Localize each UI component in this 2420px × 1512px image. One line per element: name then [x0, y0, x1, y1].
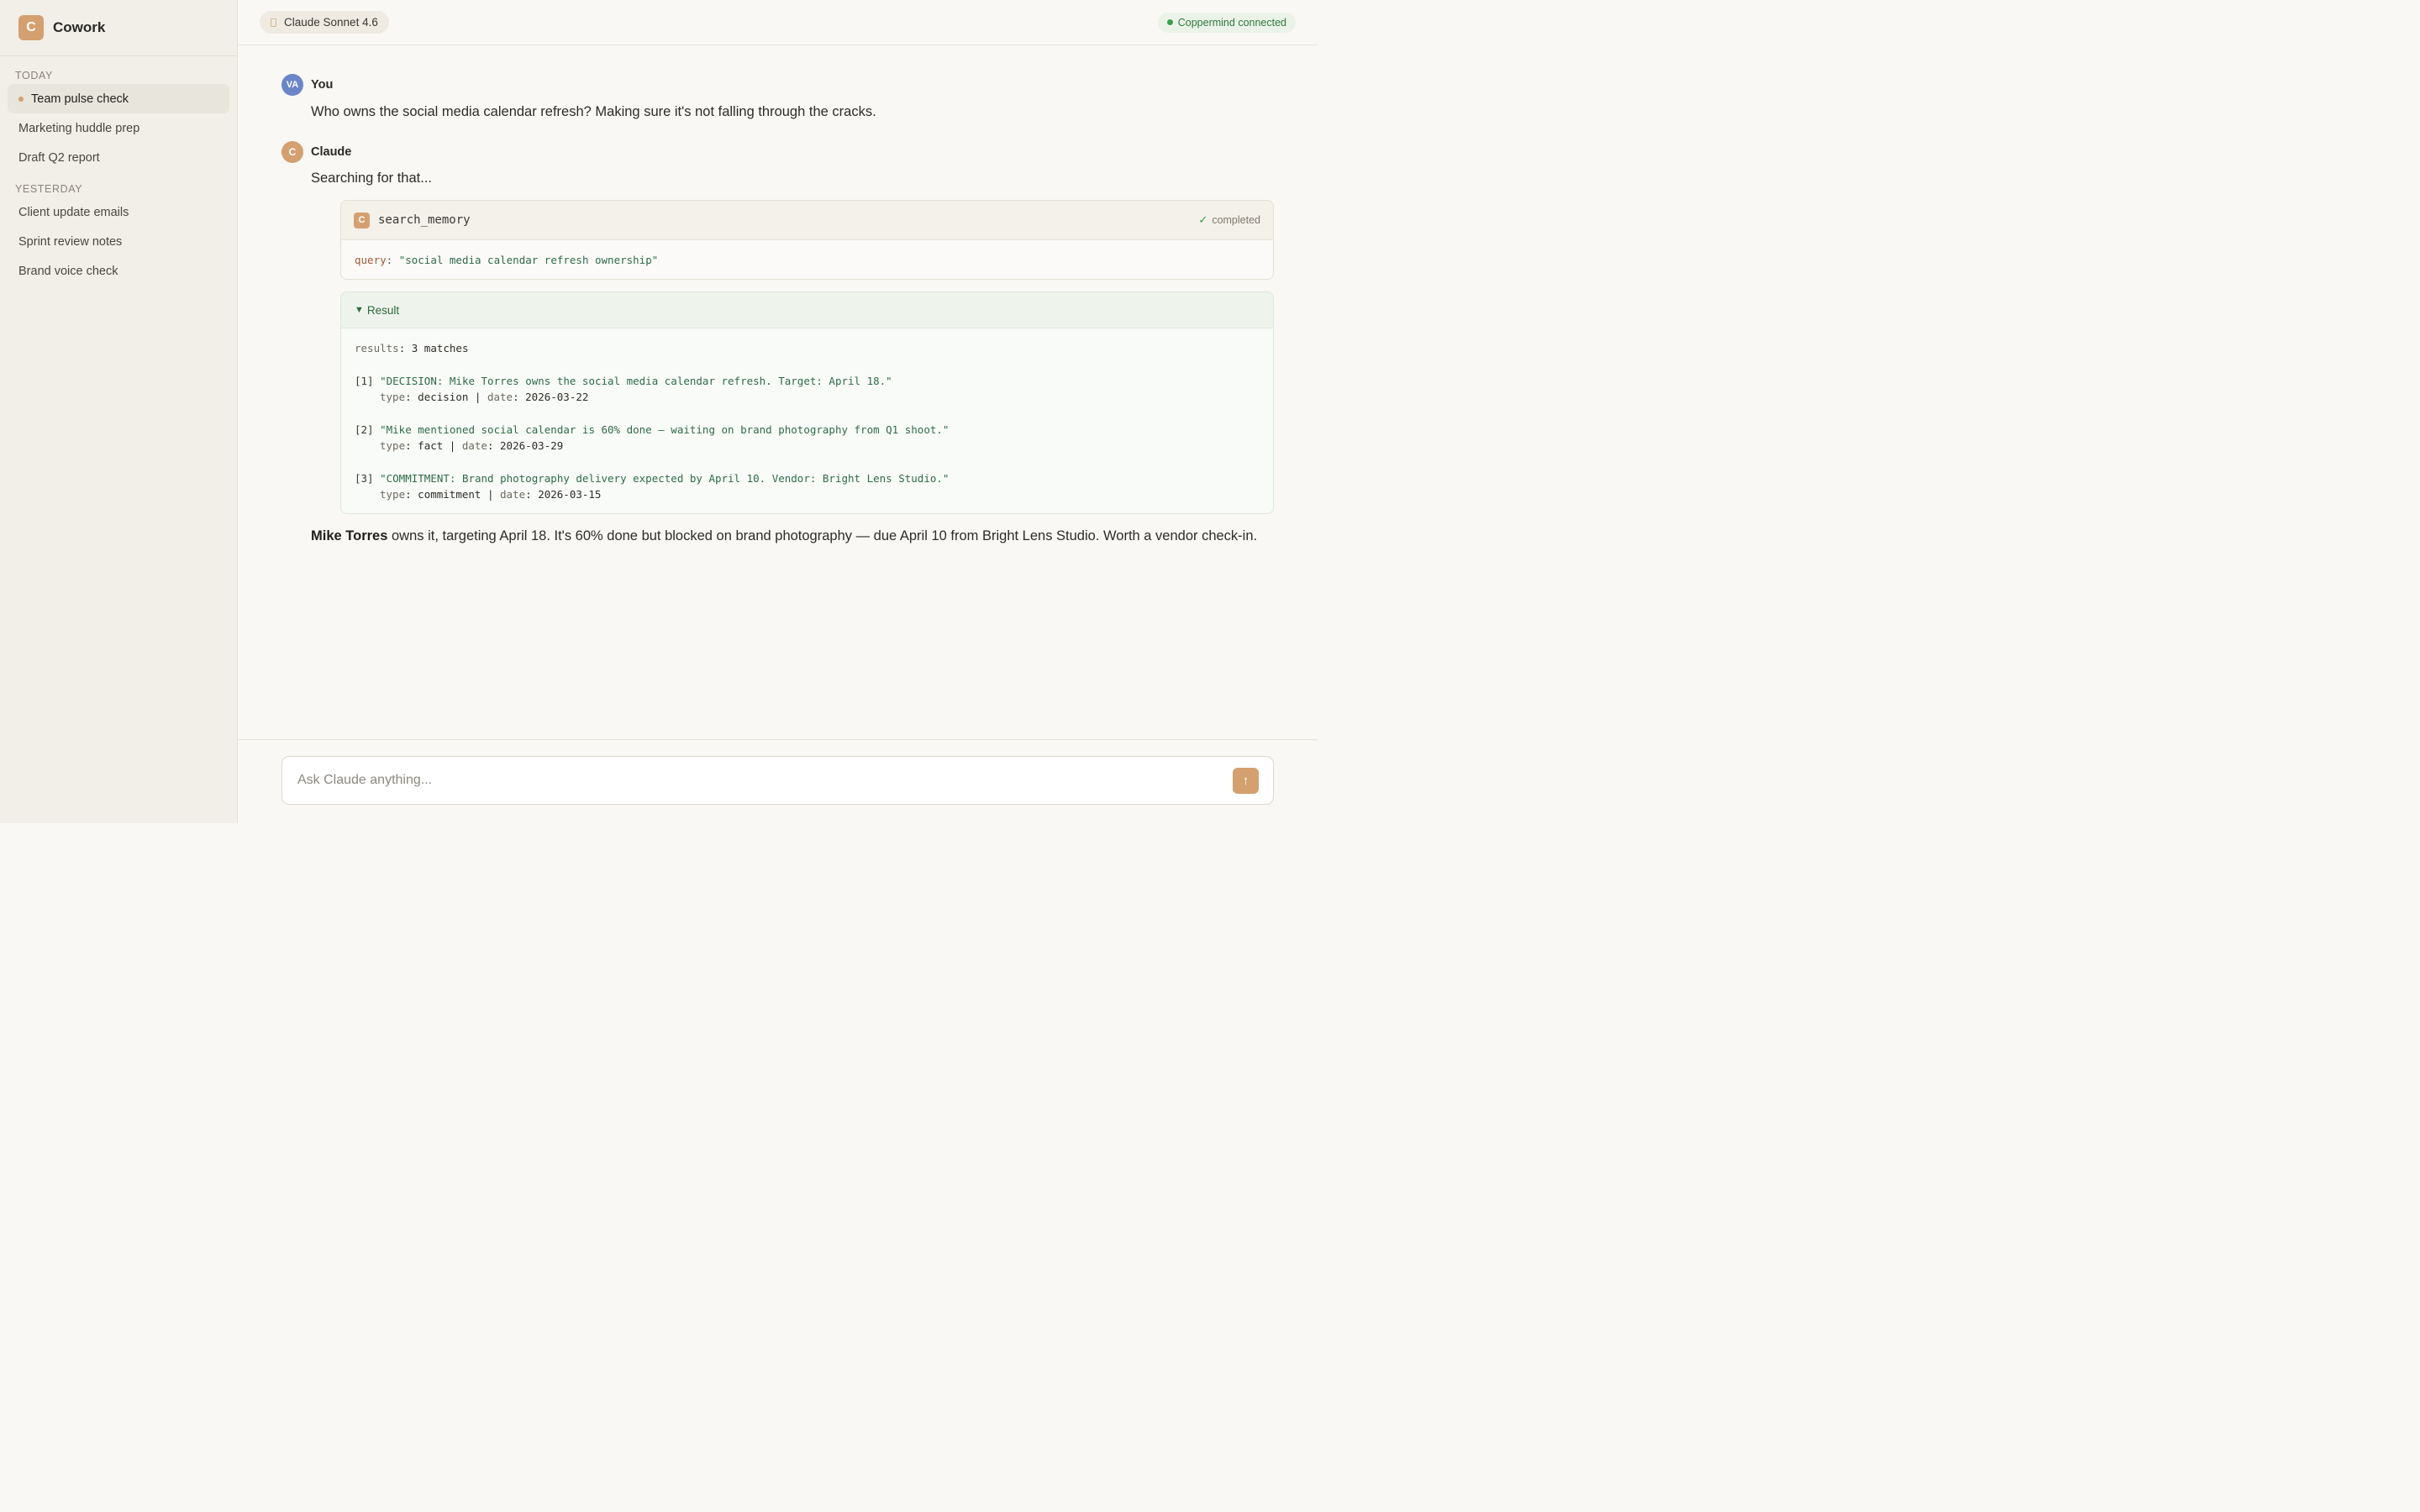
sidebar-item-marketing-huddle-prep[interactable]: Marketing huddle prep [8, 113, 229, 143]
result-type-key: type [380, 391, 406, 403]
result-type-key: type [380, 439, 406, 452]
assistant-answer: Mike Torres owns it, targeting April 18.… [311, 526, 1274, 547]
sidebar-item-label: Brand voice check [18, 264, 118, 278]
result-index: [3] [355, 472, 374, 485]
sidebar: C Cowork TODAY Team pulse check Marketin… [0, 0, 238, 823]
result-text: "Mike mentioned social calendar is 60% d… [380, 423, 950, 436]
result-entry: [3] "COMMITMENT: Brand photography deliv… [355, 470, 1260, 502]
result-header-label: Result [366, 303, 400, 317]
result-toggle[interactable]: ▼ Result [341, 292, 1273, 328]
result-summary-value: 3 matches [411, 342, 469, 354]
tool-call-header[interactable]: C search_memory ✓ completed [341, 201, 1273, 240]
sidebar-item-label: Draft Q2 report [18, 150, 100, 165]
main-panel: Claude Sonnet 4.6 Coppermind connected V… [238, 0, 1318, 823]
result-entry-line: [2] "Mike mentioned social calendar is 6… [355, 422, 1260, 438]
model-name: Claude Sonnet 4.6 [284, 16, 378, 29]
result-meta: type: decision | date: 2026-03-22 [380, 391, 589, 403]
result-entry-line: [3] "COMMITMENT: Brand photography deliv… [355, 470, 1260, 486]
message-header: C Claude [281, 141, 1274, 163]
user-avatar: VA [281, 74, 303, 96]
sidebar-item-sprint-review-notes[interactable]: Sprint review notes [8, 227, 229, 256]
result-entry: [1] "DECISION: Mike Torres owns the soci… [355, 373, 1260, 405]
tool-badge-icon: C [354, 212, 370, 228]
result-date: 2026-03-22 [525, 391, 589, 403]
sidebar-item-label: Marketing huddle prep [18, 121, 140, 135]
result-type: fact [418, 439, 444, 452]
message-input[interactable] [297, 773, 1205, 788]
result-text: "DECISION: Mike Torres owns the social m… [380, 375, 892, 387]
sidebar-item-team-pulse-check[interactable]: Team pulse check [8, 84, 229, 113]
sidebar-item-label: Team pulse check [31, 92, 129, 106]
model-icon [271, 18, 276, 27]
section-label-today: TODAY [15, 70, 53, 81]
tool-result-card: ▼ Result results: 3 matches [1] "DECISIO… [340, 291, 1274, 514]
assistant-message: C Claude Searching for that... C search_… [281, 141, 1274, 547]
composer: ↑ [281, 756, 1274, 805]
sidebar-item-brand-voice-check[interactable]: Brand voice check [8, 256, 229, 286]
topbar: Claude Sonnet 4.6 Coppermind connected [238, 0, 1318, 45]
result-type-key: type [380, 488, 406, 501]
result-text: "COMMITMENT: Brand photography delivery … [380, 472, 950, 485]
query-key: query [355, 253, 387, 266]
user-message: VA You Who owns the social media calenda… [281, 74, 1274, 123]
sidebar-item-draft-q2-report[interactable]: Draft Q2 report [8, 143, 229, 172]
result-date-key: date [487, 391, 513, 403]
sidebar-item-label: Client update emails [18, 205, 129, 219]
answer-text: owns it, targeting April 18. It's 60% do… [387, 528, 1258, 543]
result-entry-line: [1] "DECISION: Mike Torres owns the soci… [355, 373, 1260, 389]
user-message-text: Who owns the social media calendar refre… [311, 104, 876, 119]
result-index: [2] [355, 423, 374, 436]
answer-highlight: Mike Torres [311, 528, 388, 543]
assistant-avatar: C [281, 141, 303, 163]
tool-status-text: completed [1212, 214, 1260, 226]
brand-header: C Cowork [0, 0, 237, 56]
tool-status: ✓ completed [1198, 213, 1260, 227]
message-author: You [311, 78, 334, 92]
composer-area: ↑ [238, 739, 1318, 823]
connection-status-text: Coppermind connected [1177, 16, 1286, 29]
result-meta: type: fact | date: 2026-03-29 [380, 439, 564, 452]
triangle-down-icon: ▼ [355, 305, 364, 315]
message-header: VA You [281, 74, 1274, 96]
tool-title: C search_memory [354, 212, 471, 228]
result-index: [1] [355, 375, 374, 387]
result-date-key: date [461, 439, 487, 452]
active-dot-icon [18, 96, 24, 102]
result-body: results: 3 matches [1] "DECISION: Mike T… [341, 328, 1273, 513]
arrow-up-icon: ↑ [1242, 774, 1249, 788]
message-author: Claude [311, 145, 352, 159]
tool-call-card: C search_memory ✓ completed query: "soci… [340, 200, 1274, 280]
section-label-yesterday: YESTERDAY [15, 183, 83, 195]
app-name: Cowork [53, 19, 106, 35]
result-date: 2026-03-29 [500, 439, 564, 452]
connection-status-badge: Coppermind connected [1157, 12, 1296, 33]
status-dot-icon [1166, 19, 1173, 25]
result-type: commitment [418, 488, 481, 501]
result-summary-key: results [355, 342, 399, 354]
send-button[interactable]: ↑ [1233, 768, 1259, 794]
model-selector[interactable]: Claude Sonnet 4.6 [260, 11, 389, 34]
conversation-thread: VA You Who owns the social media calenda… [281, 74, 1274, 547]
assistant-intro-text: Searching for that... [311, 171, 432, 186]
sidebar-item-label: Sprint review notes [18, 234, 123, 249]
nav-list-yesterday: Client update emails Sprint review notes… [0, 197, 237, 286]
query-value: "social media calendar refresh ownership… [398, 253, 659, 266]
sidebar-item-client-update-emails[interactable]: Client update emails [8, 197, 229, 227]
app-logo: C [18, 15, 44, 40]
nav-list-today: Team pulse check Marketing huddle prep D… [0, 84, 237, 172]
result-date-key: date [500, 488, 526, 501]
result-meta: type: commitment | date: 2026-03-15 [380, 488, 602, 501]
tool-query: query: "social media calendar refresh ow… [341, 240, 1273, 279]
check-icon: ✓ [1198, 213, 1208, 226]
tool-name: search_memory [378, 213, 471, 227]
query-separator: : [386, 253, 399, 266]
result-entry: [2] "Mike mentioned social calendar is 6… [355, 422, 1260, 454]
result-date: 2026-03-15 [538, 488, 602, 501]
result-summary: results: 3 matches [355, 342, 469, 354]
result-type: decision [418, 391, 469, 403]
